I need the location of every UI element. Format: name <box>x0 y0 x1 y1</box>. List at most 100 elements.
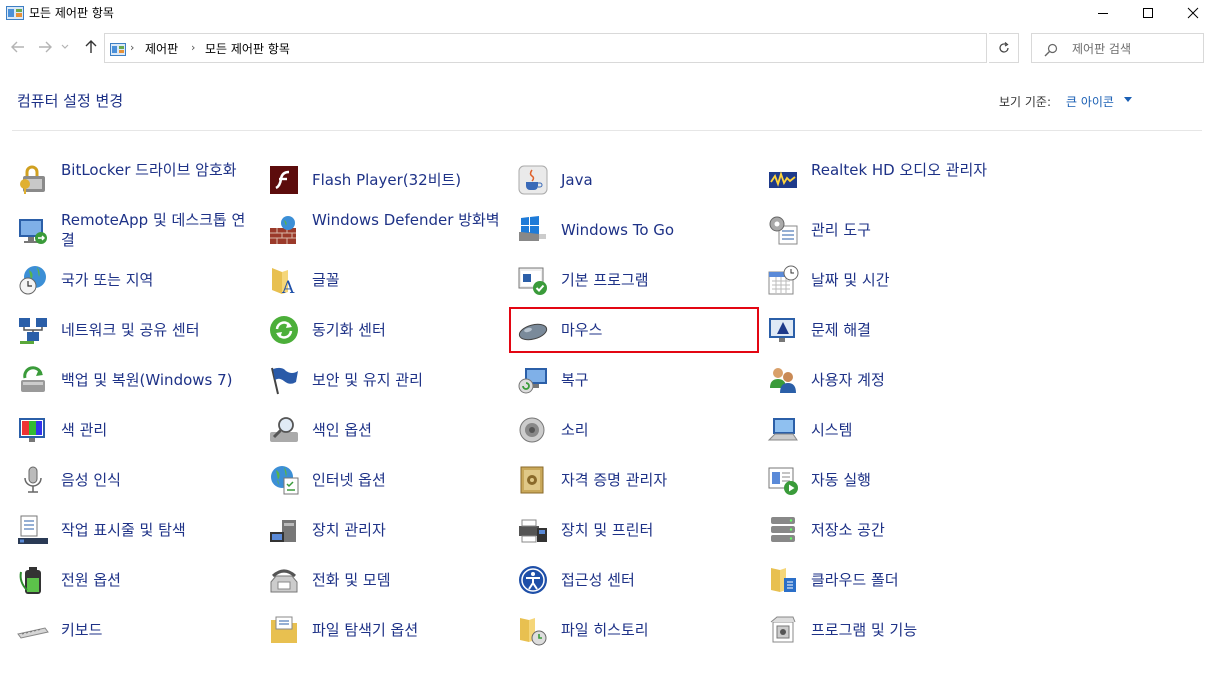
item-label: 파일 히스토리 <box>561 621 649 639</box>
java-icon <box>517 164 549 196</box>
color-management-icon <box>17 414 49 446</box>
up-button[interactable] <box>82 38 100 56</box>
bitlocker-icon <box>17 164 49 196</box>
address-bar[interactable]: › 제어판 › 모든 제어판 항목 <box>104 33 1080 63</box>
item-sound[interactable]: 소리 <box>517 405 757 455</box>
item-flash-player[interactable]: Flash Player(32비트) <box>268 155 508 205</box>
item-java[interactable]: Java <box>517 155 757 205</box>
item-label: 키보드 <box>61 621 103 639</box>
item-windows-to-go[interactable]: Windows To Go <box>517 205 757 255</box>
item-label: 인터넷 옵션 <box>312 471 386 489</box>
internet-options-icon <box>268 464 300 496</box>
search-placeholder: 제어판 검색 <box>1072 42 1132 56</box>
item-speech[interactable]: 음성 인식 <box>17 455 257 505</box>
item-label: 관리 도구 <box>811 221 871 239</box>
programs-features-icon <box>767 614 799 646</box>
item-label: 접근성 센터 <box>561 571 635 589</box>
item-security-maintenance[interactable]: 보안 및 유지 관리 <box>268 355 508 405</box>
item-label: 시스템 <box>811 421 853 439</box>
maximize-button[interactable] <box>1125 0 1170 26</box>
item-region[interactable]: 국가 또는 지역 <box>17 255 257 305</box>
item-label: 파일 탐색기 옵션 <box>312 621 419 639</box>
item-devices-printers[interactable]: 장치 및 프린터 <box>517 505 757 555</box>
item-credential-manager[interactable]: 자격 증명 관리자 <box>517 455 757 505</box>
cloud-folder-icon <box>767 564 799 596</box>
item-backup[interactable]: 백업 및 복원(Windows 7) <box>17 355 257 405</box>
item-label: Windows Defender 방화벽 <box>312 211 500 229</box>
caret-down-icon[interactable] <box>1124 97 1132 102</box>
recovery-icon <box>517 364 549 396</box>
close-button[interactable] <box>1170 0 1206 26</box>
item-user-accounts[interactable]: 사용자 계정 <box>767 355 1007 405</box>
item-ease-of-access[interactable]: 접근성 센터 <box>517 555 757 605</box>
window-title: 모든 제어판 항목 <box>29 6 114 20</box>
item-network[interactable]: 네트워크 및 공유 센터 <box>17 305 257 355</box>
item-device-manager[interactable]: 장치 관리자 <box>268 505 508 555</box>
item-label: 색 관리 <box>61 421 108 439</box>
refresh-button[interactable] <box>989 33 1019 63</box>
item-bitlocker[interactable]: BitLocker 드라이브 암호화 <box>17 155 257 205</box>
item-label: 동기화 센터 <box>312 321 386 339</box>
item-power[interactable]: 전원 옵션 <box>17 555 257 605</box>
item-label: BitLocker 드라이브 암호화 <box>61 161 237 179</box>
search-icon <box>1044 42 1058 61</box>
highlight-box <box>509 307 759 353</box>
item-system[interactable]: 시스템 <box>767 405 1007 455</box>
item-indexing-options[interactable]: 색인 옵션 <box>268 405 508 455</box>
item-taskbar[interactable]: 작업 표시줄 및 탐색 <box>17 505 257 555</box>
svg-text:A: A <box>281 278 295 296</box>
item-date-time[interactable]: 날짜 및 시간 <box>767 255 1007 305</box>
item-fonts[interactable]: A 글꼴 <box>268 255 508 305</box>
item-programs-features[interactable]: 프로그램 및 기능 <box>767 605 1007 655</box>
battery-icon <box>17 564 49 596</box>
item-label: 네트워크 및 공유 센터 <box>61 321 200 339</box>
item-phone-modem[interactable]: 전화 및 모뎀 <box>268 555 508 605</box>
back-button[interactable] <box>9 38 27 56</box>
item-label: 프로그램 및 기능 <box>811 621 918 639</box>
users-icon <box>767 364 799 396</box>
flag-icon <box>268 364 300 396</box>
item-administrative-tools[interactable]: 관리 도구 <box>767 205 1007 255</box>
forward-button[interactable] <box>36 38 54 56</box>
item-label: 기본 프로그램 <box>561 271 649 289</box>
item-troubleshooting[interactable]: 문제 해결 <box>767 305 1007 355</box>
item-label: 전화 및 모뎀 <box>312 571 391 589</box>
phone-icon <box>268 564 300 596</box>
item-cloud-folder[interactable]: 클라우드 폴더 <box>767 555 1007 605</box>
item-file-explorer-options[interactable]: 파일 탐색기 옵션 <box>268 605 508 655</box>
item-color-management[interactable]: 색 관리 <box>17 405 257 455</box>
search-input[interactable]: 제어판 검색 <box>1031 33 1204 63</box>
item-recovery[interactable]: 복구 <box>517 355 757 405</box>
item-default-programs[interactable]: 기본 프로그램 <box>517 255 757 305</box>
item-keyboard[interactable]: 키보드 <box>17 605 257 655</box>
item-label: 작업 표시줄 및 탐색 <box>61 521 186 539</box>
breadcrumb-control-panel[interactable]: 제어판 <box>145 40 178 57</box>
fonts-folder-icon: A <box>268 264 300 298</box>
item-label: 음성 인식 <box>61 471 121 489</box>
autoplay-icon <box>767 464 799 496</box>
item-internet-options[interactable]: 인터넷 옵션 <box>268 455 508 505</box>
minimize-button[interactable] <box>1080 0 1125 26</box>
breadcrumb-all-items[interactable]: 모든 제어판 항목 <box>205 40 290 57</box>
recent-locations-dropdown[interactable] <box>60 38 70 56</box>
item-label: 소리 <box>561 421 589 439</box>
printer-icon <box>517 514 549 546</box>
item-label: 사용자 계정 <box>811 371 885 389</box>
item-label: 백업 및 복원(Windows 7) <box>61 371 233 389</box>
item-sync-center[interactable]: 동기화 센터 <box>268 305 508 355</box>
item-autoplay[interactable]: 자동 실행 <box>767 455 1007 505</box>
item-file-history[interactable]: 파일 히스토리 <box>517 605 757 655</box>
view-by-dropdown[interactable]: 큰 아이콘 <box>1066 93 1114 110</box>
microphone-icon <box>17 464 49 496</box>
item-realtek-audio[interactable]: Realtek HD 오디오 관리자 <box>767 155 1007 205</box>
remoteapp-icon <box>17 214 49 246</box>
device-manager-icon <box>268 514 300 546</box>
item-storage-spaces[interactable]: 저장소 공간 <box>767 505 1007 555</box>
item-label: 전원 옵션 <box>61 571 121 589</box>
item-windows-defender-firewall[interactable]: Windows Defender 방화벽 <box>268 205 508 255</box>
item-remoteapp[interactable]: RemoteApp 및 데스크톱 연결 <box>17 205 257 255</box>
backup-restore-icon <box>17 364 49 396</box>
control-panel-icon <box>110 41 126 56</box>
page-title: 컴퓨터 설정 변경 <box>17 92 124 110</box>
network-icon <box>17 314 49 346</box>
